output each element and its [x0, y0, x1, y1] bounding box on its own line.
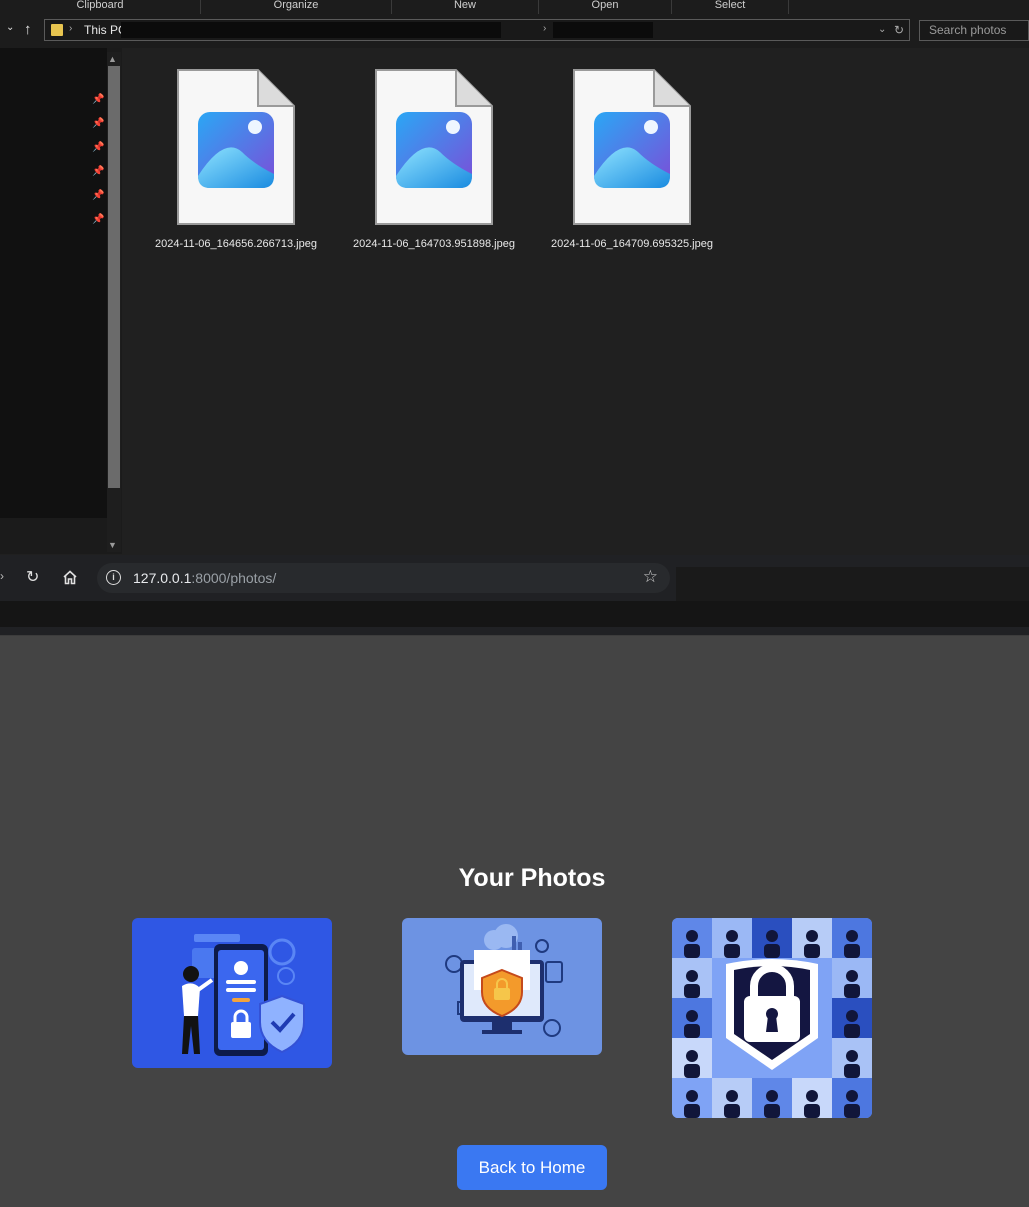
- phone-login-security-image: [182, 934, 305, 1056]
- pin-icon[interactable]: 📌: [92, 142, 104, 153]
- browser-toolbar: › ↻ i 127.0.0.1:8000/photos/ ☆: [0, 555, 1029, 601]
- ribbon-group-organize[interactable]: Organize: [201, 0, 392, 14]
- site-info-icon[interactable]: i: [106, 570, 121, 585]
- ribbon-group-select[interactable]: Select: [672, 0, 789, 14]
- explorer-ribbon: Clipboard Organize New Open Select: [0, 0, 1029, 15]
- file-item[interactable]: 2024-11-06_164656.266713.jpeg: [141, 68, 331, 250]
- redaction-box: [553, 22, 653, 38]
- photos-page: Your Photos Back to Home: [0, 636, 1029, 1207]
- pin-icon[interactable]: 📌: [92, 190, 104, 201]
- search-input[interactable]: Search photos: [919, 20, 1029, 41]
- file-item[interactable]: 2024-11-06_164703.951898.jpeg: [339, 68, 529, 250]
- photo-thumbnail[interactable]: [402, 918, 602, 1055]
- breadcrumb-separator-icon: ›: [543, 23, 547, 34]
- url-text: 127.0.0.1:8000/photos/: [133, 570, 277, 586]
- redaction-box: [0, 601, 1029, 627]
- file-name: 2024-11-06_164656.266713.jpeg: [155, 238, 317, 250]
- home-icon[interactable]: [62, 570, 78, 585]
- navigation-pane[interactable]: 📌 📌 📌 📌 📌 📌: [0, 48, 122, 554]
- file-name: 2024-11-06_164703.951898.jpeg: [353, 238, 515, 250]
- jpeg-file-icon: [573, 69, 691, 225]
- redaction-box: [676, 567, 1029, 601]
- address-history-chevron-icon[interactable]: ⌄: [878, 24, 886, 35]
- ribbon-group-new[interactable]: New: [392, 0, 539, 14]
- bookmarks-bar: [0, 601, 1029, 636]
- navpane-scroll-thumb[interactable]: [108, 66, 120, 488]
- pin-icon[interactable]: 📌: [92, 118, 104, 129]
- scroll-up-icon[interactable]: ▲: [108, 54, 117, 64]
- people-grid-padlock-image: [672, 918, 872, 1118]
- photo-thumbnail[interactable]: [132, 918, 332, 1068]
- url-bar[interactable]: i 127.0.0.1:8000/photos/ ☆: [97, 563, 670, 593]
- jpeg-file-icon: [177, 69, 295, 225]
- pin-icon[interactable]: 📌: [92, 214, 104, 225]
- scroll-down-icon[interactable]: ▼: [108, 540, 117, 550]
- file-item[interactable]: 2024-11-06_164709.695325.jpeg: [537, 68, 727, 250]
- file-list: 2024-11-06_164656.266713.jpeg 2024-11-06…: [123, 48, 1029, 554]
- page-title: Your Photos: [458, 864, 606, 892]
- recent-locations-chevron-icon[interactable]: ⌄: [6, 22, 14, 33]
- ribbon-group-open[interactable]: Open: [539, 0, 672, 14]
- pin-icon[interactable]: 📌: [92, 166, 104, 177]
- address-bar[interactable]: › This PC › ⌄ ↻: [44, 19, 910, 41]
- pin-icon[interactable]: 📌: [92, 94, 104, 105]
- up-arrow-icon[interactable]: ↑: [24, 21, 32, 38]
- redaction-box: [0, 48, 107, 518]
- file-name: 2024-11-06_164709.695325.jpeg: [551, 238, 713, 250]
- folder-icon: [51, 24, 63, 36]
- computer-security-shield-image: [445, 924, 563, 1037]
- jpeg-file-icon: [375, 69, 493, 225]
- back-to-home-button[interactable]: Back to Home: [457, 1145, 607, 1190]
- explorer-address-row: ⌄ ↑ › This PC › ⌄ ↻ Search photos: [0, 14, 1029, 48]
- back-arrow-icon[interactable]: ›: [0, 569, 4, 583]
- bookmark-star-icon[interactable]: ☆: [643, 567, 658, 587]
- breadcrumb-separator-icon: ›: [69, 23, 73, 34]
- reload-icon[interactable]: ↻: [26, 567, 39, 587]
- ribbon-group-clipboard[interactable]: Clipboard: [0, 0, 201, 14]
- refresh-icon[interactable]: ↻: [894, 23, 904, 37]
- redaction-box: [121, 22, 501, 38]
- photo-thumbnail[interactable]: [672, 918, 872, 1118]
